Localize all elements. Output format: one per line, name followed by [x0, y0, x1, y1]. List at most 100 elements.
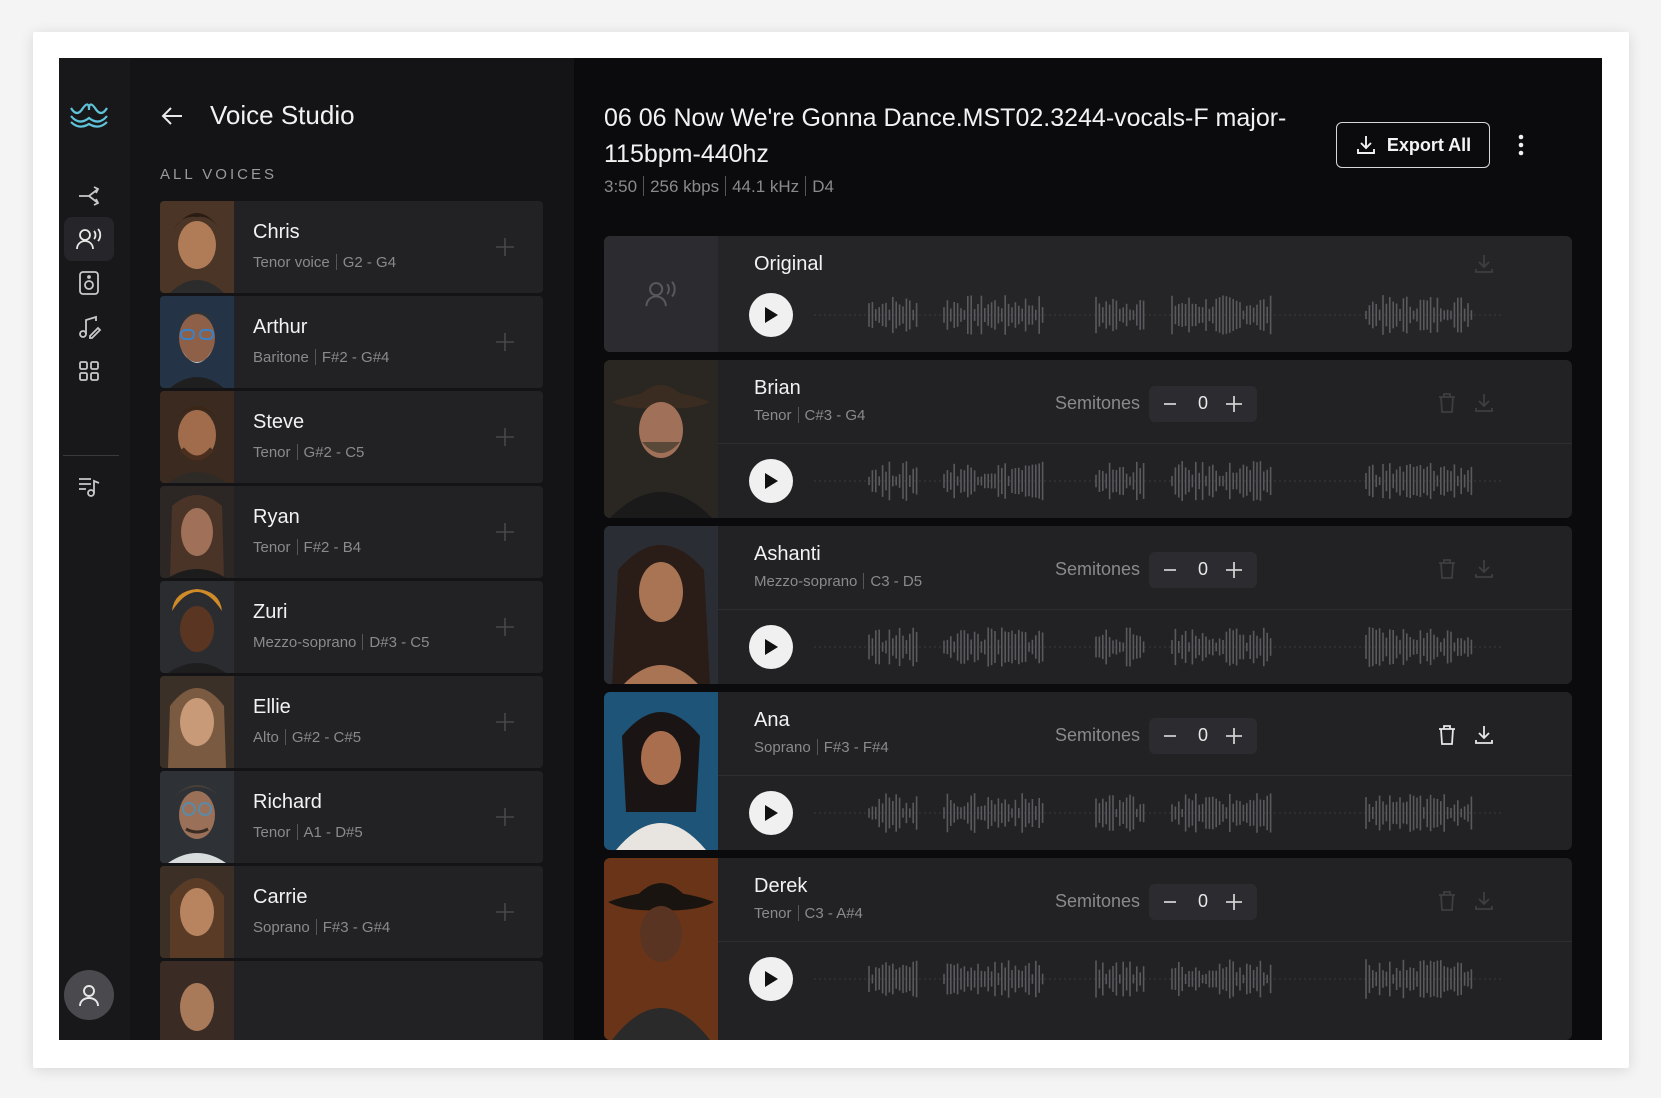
voice-type: Mezzo-soprano	[253, 634, 357, 651]
add-voice-icon[interactable]	[495, 807, 515, 827]
add-voice-icon[interactable]	[495, 427, 515, 447]
plus-icon[interactable]	[1225, 395, 1243, 413]
voice-range: G2 - G4	[342, 254, 397, 271]
play-button[interactable]	[749, 957, 793, 1001]
voice-avatar	[160, 961, 234, 1040]
voice-range: F#3 - F#4	[823, 739, 889, 756]
semitones-stepper: 0	[1149, 386, 1257, 422]
trash-icon[interactable]	[1435, 723, 1459, 747]
user-icon[interactable]	[64, 970, 114, 1020]
play-button[interactable]	[749, 459, 793, 503]
plus-icon[interactable]	[1225, 893, 1243, 911]
voice-card-carrie[interactable]: Carrie Soprano F#3 - G#4	[160, 866, 543, 958]
track-voice-meta: Mezzo-soprano C3 - D5	[754, 573, 922, 590]
export-all-label: Export All	[1386, 134, 1472, 155]
voice-range: F#2 - B4	[303, 539, 362, 556]
add-voice-icon[interactable]	[495, 712, 515, 732]
waveform[interactable]	[814, 622, 1504, 672]
download-icon[interactable]	[1472, 723, 1496, 747]
voice-type: Soprano	[754, 739, 811, 756]
waveform[interactable]	[814, 290, 1504, 340]
voice-card-richard[interactable]: Richard Tenor A1 - D#5	[160, 771, 543, 863]
voice-icon[interactable]	[64, 217, 114, 261]
voice-card-arthur[interactable]: Arthur Baritone F#2 - G#4	[160, 296, 543, 388]
voice-card-zuri[interactable]: Zuri Mezzo-soprano D#3 - C5	[160, 581, 543, 673]
play-button[interactable]	[749, 791, 793, 835]
add-voice-icon[interactable]	[495, 902, 515, 922]
waveform[interactable]	[814, 788, 1504, 838]
trash-icon[interactable]	[1435, 889, 1459, 913]
play-icon	[765, 805, 778, 821]
waves-logo-icon[interactable]	[69, 100, 109, 130]
minus-icon[interactable]	[1161, 893, 1179, 911]
voice-name: Chris	[253, 221, 300, 243]
voice-type: Tenor	[754, 905, 792, 922]
voice-type: Tenor voice	[253, 254, 330, 271]
playlist-icon[interactable]	[64, 464, 114, 508]
voice-card-ryan[interactable]: Ryan Tenor F#2 - B4	[160, 486, 543, 578]
voice-avatar	[160, 676, 234, 768]
voice-card-steve[interactable]: Steve Tenor G#2 - C5	[160, 391, 543, 483]
voice-meta: Mezzo-soprano D#3 - C5	[253, 634, 429, 651]
voice-meta: Baritone F#2 - G#4	[253, 349, 389, 366]
row-divider	[718, 941, 1572, 942]
trash-icon[interactable]	[1435, 391, 1459, 415]
track-title: 06 06 Now We're Gonna Dance.MST02.3244-v…	[604, 104, 1287, 168]
voice-range: D#3 - C5	[369, 634, 430, 651]
download-icon[interactable]	[1472, 557, 1496, 581]
speaker-icon[interactable]	[64, 261, 114, 305]
semitones-value[interactable]: 0	[1193, 393, 1213, 414]
voice-range: C3 - D5	[870, 573, 923, 590]
add-voice-icon[interactable]	[495, 332, 515, 352]
play-button[interactable]	[749, 625, 793, 669]
voice-meta: Alto G#2 - C#5	[253, 729, 361, 746]
minus-icon[interactable]	[1161, 561, 1179, 579]
voice-card-partial[interactable]	[160, 961, 543, 1040]
add-voice-icon[interactable]	[495, 617, 515, 637]
back-arrow-icon[interactable]	[160, 103, 186, 129]
voice-type: Alto	[253, 729, 279, 746]
voice-name: Carrie	[253, 886, 308, 908]
track-voice-name: Ana	[754, 709, 790, 731]
page-title: Voice Studio	[210, 100, 355, 130]
voice-name: Richard	[253, 791, 322, 813]
more-options-icon[interactable]	[1514, 132, 1528, 158]
track-samplerate: 44.1 kHz	[732, 177, 800, 196]
split-icon[interactable]	[64, 174, 114, 218]
plus-icon[interactable]	[1225, 727, 1243, 745]
download-icon[interactable]	[1472, 391, 1496, 415]
voice-icon	[645, 281, 676, 307]
voice-avatar	[604, 526, 718, 684]
download-icon[interactable]	[1472, 889, 1496, 913]
voice-card-ellie[interactable]: Ellie Alto G#2 - C#5	[160, 676, 543, 768]
semitones-stepper: 0	[1149, 552, 1257, 588]
minus-icon[interactable]	[1161, 727, 1179, 745]
semitones-value[interactable]: 0	[1193, 891, 1213, 912]
voice-card-chris[interactable]: Chris Tenor voice G2 - G4	[160, 201, 543, 293]
waveform[interactable]	[814, 456, 1504, 506]
download-icon	[1356, 136, 1375, 154]
plus-icon[interactable]	[1225, 561, 1243, 579]
voice-type: Baritone	[253, 349, 309, 366]
voice-meta: Tenor G#2 - C5	[253, 444, 364, 461]
waveform[interactable]	[814, 954, 1504, 1004]
minus-icon[interactable]	[1161, 395, 1179, 413]
add-voice-icon[interactable]	[495, 522, 515, 542]
voice-type: Soprano	[253, 919, 310, 936]
play-button[interactable]	[749, 293, 793, 337]
semitones-value[interactable]: 0	[1193, 559, 1213, 580]
music-pen-icon[interactable]	[64, 305, 114, 349]
download-icon[interactable]	[1472, 252, 1496, 276]
add-voice-icon[interactable]	[495, 237, 515, 257]
section-heading: ALL VOICES	[160, 166, 277, 183]
semitones-value[interactable]: 0	[1193, 725, 1213, 746]
row-divider	[718, 443, 1572, 444]
export-all-button[interactable]: Export All	[1336, 122, 1490, 168]
track-voice-name: Brian	[754, 377, 801, 399]
track-voice-meta: Tenor C3 - A#4	[754, 905, 863, 922]
voice-name: Arthur	[253, 316, 308, 338]
grid-icon[interactable]	[64, 349, 114, 393]
voice-avatar	[604, 692, 718, 850]
voice-avatar	[160, 391, 234, 483]
trash-icon[interactable]	[1435, 557, 1459, 581]
